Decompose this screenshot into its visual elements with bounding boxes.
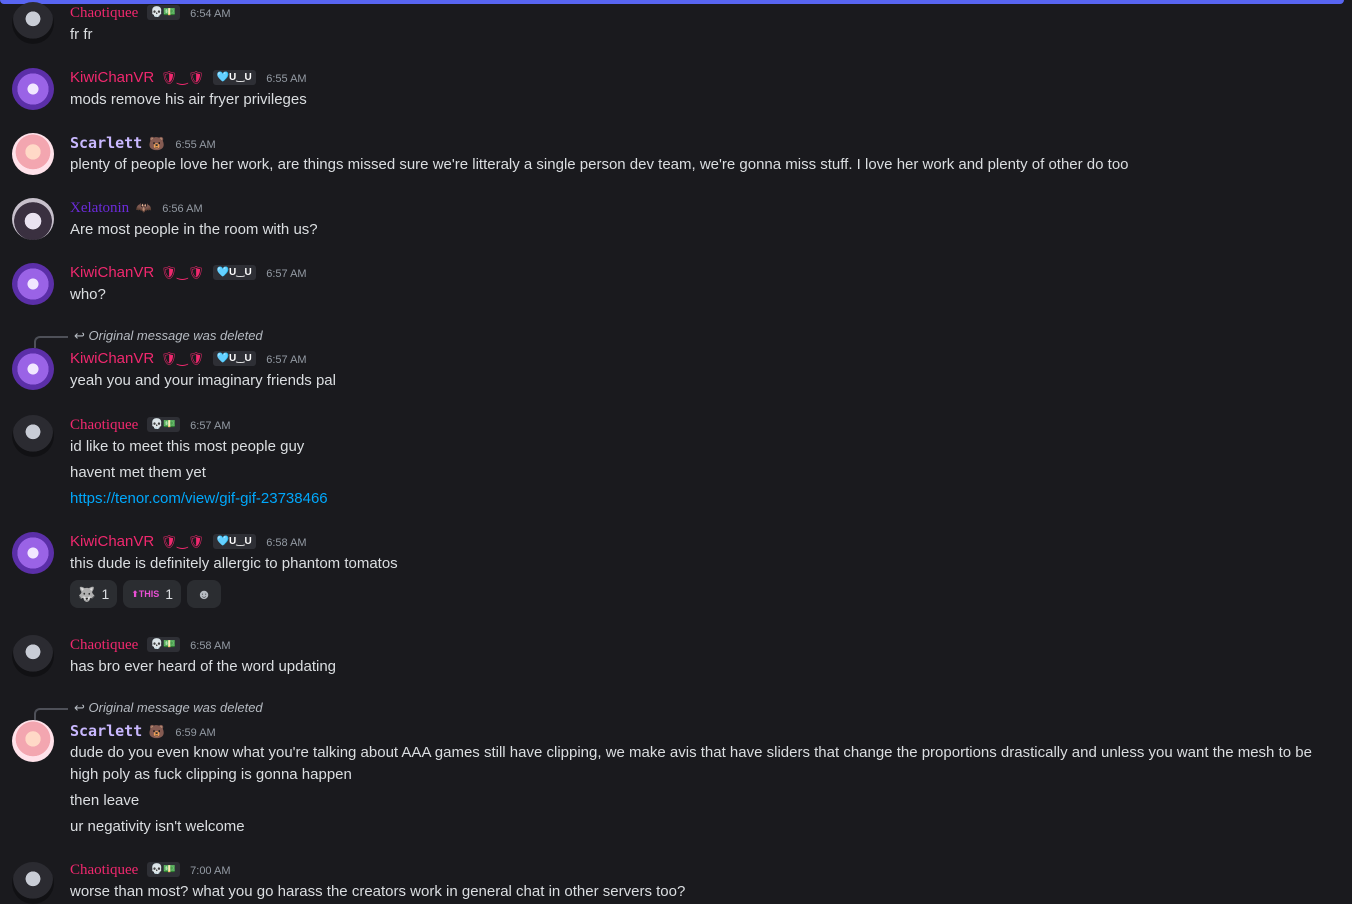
avatar[interactable]: [12, 133, 54, 175]
message-text: ur negativity isn't welcome: [70, 818, 245, 835]
user-emoji: 🦇: [135, 200, 152, 215]
timestamp[interactable]: 6:55 AM: [266, 73, 306, 85]
message-header: KiwiChanVR 🛡‿🛡 🩵U‿U 6:57 AM: [70, 350, 307, 370]
timestamp[interactable]: 6:56 AM: [162, 203, 202, 215]
message-text: havent met them yet: [70, 464, 206, 481]
avatar[interactable]: [12, 635, 54, 677]
avatar[interactable]: [12, 68, 54, 110]
reply-text: ↩ Original message was deleted: [74, 700, 263, 715]
reply-spine: [34, 708, 68, 720]
role-badge: 🩵U‿U: [212, 534, 256, 550]
reaction-count: 1: [165, 586, 174, 602]
message-text: fr fr: [70, 26, 93, 43]
username[interactable]: Chaotiquee: [70, 5, 138, 21]
message-header: KiwiChanVR 🛡‿🛡 🩵U‿U 6:55 AM: [70, 69, 307, 89]
user-emoji: 🐻: [148, 724, 165, 739]
reply-spine: [34, 336, 68, 348]
message-text: id like to meet this most people guy: [70, 438, 305, 455]
avatar[interactable]: [12, 415, 54, 457]
message-header: KiwiChanVR 🛡‿🛡 🩵U‿U 6:57 AM: [70, 264, 307, 284]
username-decoration: 🛡‿🛡: [160, 351, 205, 366]
username-decoration: 🛡‿🛡: [160, 534, 205, 549]
avatar[interactable]: [12, 348, 54, 390]
message-header: KiwiChanVR 🛡‿🛡 🩵U‿U 6:58 AM: [70, 533, 307, 553]
message-text: plenty of people love her work, are thin…: [70, 156, 1129, 173]
message-text: this dude is definitely allergic to phan…: [70, 555, 398, 572]
reaction-count: 1: [101, 586, 110, 602]
this-emoji-icon: ⬆THIS: [131, 588, 160, 599]
message-text: has bro ever heard of the word updating: [70, 658, 337, 675]
username[interactable]: Chaotiquee: [70, 417, 138, 433]
username[interactable]: KiwiChanVR: [70, 264, 154, 281]
message-header: Scarlett 🐻 6:59 AM: [70, 722, 216, 742]
message-text: yeah you and your imaginary friends pal: [70, 372, 336, 389]
timestamp[interactable]: 6:58 AM: [266, 537, 306, 549]
role-badge: 🩵U‿U: [212, 265, 256, 281]
role-badge: 💀💵: [146, 862, 180, 878]
avatar[interactable]: [12, 2, 54, 44]
username[interactable]: Chaotiquee: [70, 637, 138, 653]
add-reaction-button[interactable]: ☻: [187, 580, 222, 608]
reaction-wolf[interactable]: 🐺 1: [70, 580, 118, 608]
reaction-this[interactable]: ⬆THIS 1: [123, 580, 182, 608]
reaction-bar: 🐺 1 ⬆THIS 1 ☻: [70, 580, 222, 608]
wolf-emoji-icon: 🐺: [78, 585, 96, 602]
message-header: Xelatonin 🦇 6:56 AM: [70, 199, 203, 219]
message-text: worse than most? what you go harass the …: [70, 883, 686, 900]
message-text: then leave: [70, 792, 140, 809]
timestamp[interactable]: 6:57 AM: [266, 354, 306, 366]
reply-arrow-icon: ↩: [74, 328, 89, 343]
role-badge: 🩵U‿U: [212, 351, 256, 367]
avatar[interactable]: [12, 532, 54, 574]
timestamp[interactable]: 6:58 AM: [190, 640, 230, 652]
username[interactable]: Scarlett: [70, 134, 142, 152]
smiley-icon: ☻: [196, 586, 212, 602]
role-badge: 🩵U‿U: [212, 70, 256, 86]
message-list: Chaotiquee 💀💵 6:54 AM fr fr KiwiChanVR 🛡…: [0, 0, 1352, 904]
role-badge: 💀💵: [146, 5, 180, 21]
avatar[interactable]: [12, 720, 54, 762]
message-header: Chaotiquee 💀💵 6:57 AM: [70, 416, 231, 436]
role-badge: 💀💵: [146, 417, 180, 433]
message-link[interactable]: https://tenor.com/view/gif-gif-23738466: [70, 490, 328, 507]
username[interactable]: KiwiChanVR: [70, 533, 154, 550]
message-text: who?: [70, 286, 106, 303]
avatar[interactable]: [12, 862, 54, 904]
message-header: Chaotiquee 💀💵 6:54 AM: [70, 4, 231, 24]
avatar[interactable]: [12, 198, 54, 240]
timestamp[interactable]: 6:55 AM: [175, 139, 215, 151]
message-text: Are most people in the room with us?: [70, 221, 318, 238]
reply-text: ↩ Original message was deleted: [74, 328, 263, 343]
username[interactable]: Chaotiquee: [70, 862, 138, 878]
message-text: mods remove his air fryer privileges: [70, 91, 307, 108]
timestamp[interactable]: 6:57 AM: [190, 420, 230, 432]
username[interactable]: KiwiChanVR: [70, 350, 154, 367]
avatar[interactable]: [12, 263, 54, 305]
message-header: Chaotiquee 💀💵 6:58 AM: [70, 636, 231, 656]
timestamp[interactable]: 7:00 AM: [190, 865, 230, 877]
message-header: Scarlett 🐻 6:55 AM: [70, 134, 216, 154]
role-badge: 💀💵: [146, 637, 180, 653]
username[interactable]: Xelatonin: [70, 200, 129, 216]
username[interactable]: KiwiChanVR: [70, 69, 154, 86]
message-text: dude do you even know what you're talkin…: [70, 744, 1312, 783]
reply-arrow-icon: ↩: [74, 700, 89, 715]
message-header: Chaotiquee 💀💵 7:00 AM: [70, 861, 231, 881]
timestamp[interactable]: 6:57 AM: [266, 268, 306, 280]
timestamp[interactable]: 6:59 AM: [175, 727, 215, 739]
user-emoji: 🐻: [148, 136, 165, 151]
timestamp[interactable]: 6:54 AM: [190, 8, 230, 20]
username-decoration: 🛡‿🛡: [160, 70, 205, 85]
username[interactable]: Scarlett: [70, 722, 142, 740]
username-decoration: 🛡‿🛡: [160, 265, 205, 280]
